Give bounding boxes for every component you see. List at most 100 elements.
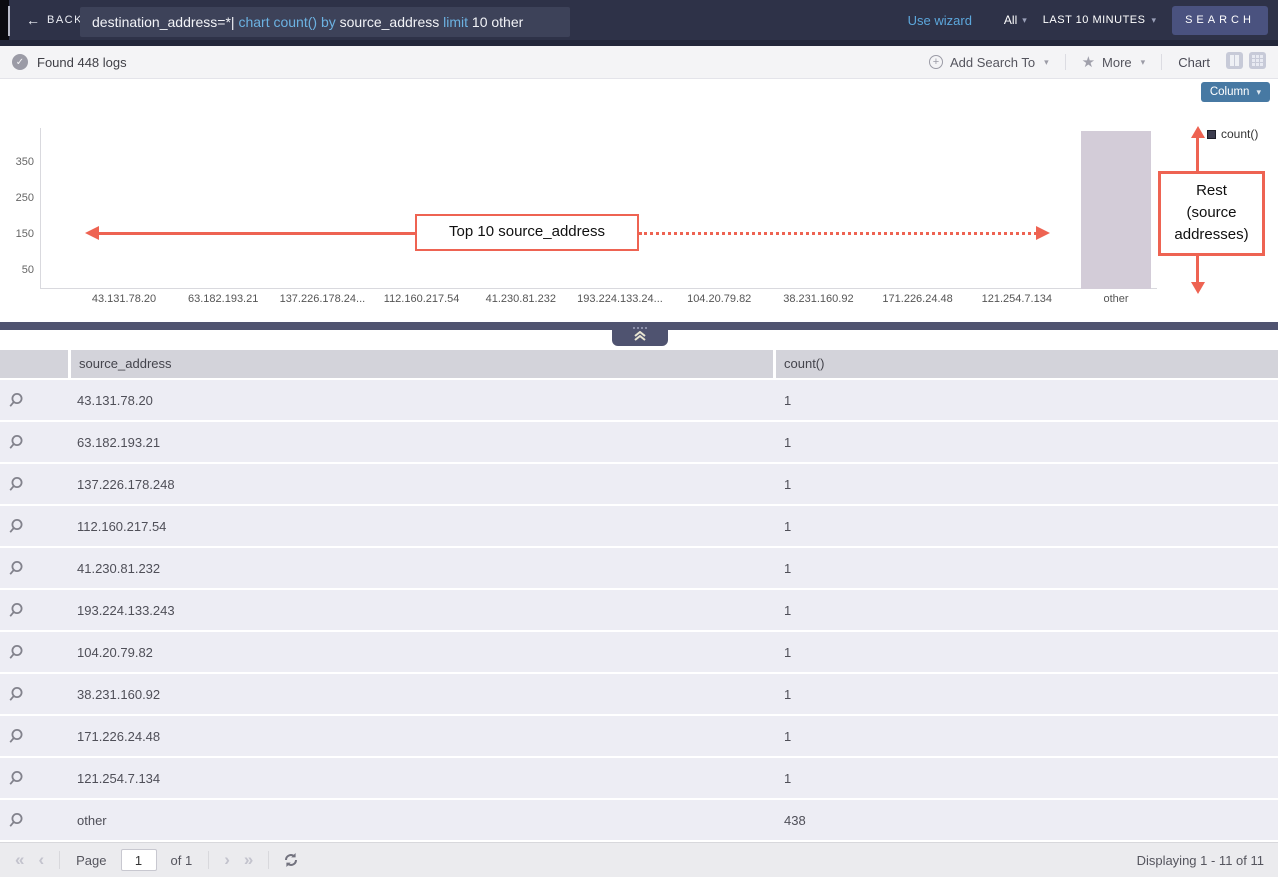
time-range-dropdown[interactable]: LAST 10 MINUTES bbox=[1043, 14, 1146, 26]
row-search-cell[interactable] bbox=[0, 560, 71, 576]
last-page-button[interactable]: » bbox=[237, 850, 260, 870]
magnifier-icon bbox=[8, 728, 24, 744]
more-menu[interactable]: ★ More ▾ bbox=[1082, 53, 1146, 71]
search-button[interactable]: SEARCH bbox=[1172, 6, 1268, 35]
x-axis-tick-label: 171.226.24.48 bbox=[882, 293, 952, 305]
x-axis-tick-label: 63.182.193.21 bbox=[188, 293, 258, 305]
x-axis-tick-label: 43.131.78.20 bbox=[92, 293, 156, 305]
row-search-cell[interactable] bbox=[0, 476, 71, 492]
magnifier-icon bbox=[8, 686, 24, 702]
topbar-right-group: Use wizard All ▾ LAST 10 MINUTES ▾ SEARC… bbox=[908, 0, 1268, 40]
more-label: More bbox=[1102, 55, 1132, 70]
table-row[interactable]: 43.131.78.20 1 bbox=[0, 380, 1278, 420]
y-axis-tick-label: 350 bbox=[6, 156, 34, 168]
annotation-arrow-line bbox=[98, 232, 415, 235]
table-row[interactable]: other 438 bbox=[0, 800, 1278, 840]
annotation-rest-box: Rest (source addresses) bbox=[1158, 171, 1265, 256]
first-page-button[interactable]: « bbox=[8, 850, 31, 870]
table-row[interactable]: 137.226.178.248 1 bbox=[0, 464, 1278, 504]
x-axis-tick-label: 112.160.217.54 bbox=[384, 293, 460, 305]
chevron-down-icon[interactable]: ▾ bbox=[1022, 15, 1027, 26]
magnifier-icon bbox=[8, 434, 24, 450]
scope-dropdown[interactable]: All bbox=[1004, 13, 1017, 27]
use-wizard-link[interactable]: Use wizard bbox=[908, 13, 972, 28]
pagination-controls: « ‹ Page of 1 › » bbox=[8, 849, 305, 871]
page-number-input[interactable] bbox=[121, 849, 157, 871]
status-bar: ✓ Found 448 logs + Add Search To ▾ ★ Mor… bbox=[0, 46, 1278, 79]
row-search-cell[interactable] bbox=[0, 644, 71, 660]
row-source-address: other bbox=[71, 813, 776, 828]
annotation-arrow-right-icon bbox=[1036, 226, 1050, 240]
table-row[interactable]: 112.160.217.54 1 bbox=[0, 506, 1278, 546]
table-row[interactable]: 63.182.193.21 1 bbox=[0, 422, 1278, 462]
divider bbox=[1065, 54, 1066, 70]
row-source-address: 41.230.81.232 bbox=[71, 561, 776, 576]
prev-page-button[interactable]: ‹ bbox=[31, 850, 51, 870]
row-search-cell[interactable] bbox=[0, 392, 71, 408]
chevron-down-icon: ▾ bbox=[1044, 57, 1049, 68]
row-search-cell[interactable] bbox=[0, 770, 71, 786]
annotation-arrow-dotted-line bbox=[639, 232, 1037, 235]
chevron-down-icon: ▾ bbox=[1256, 87, 1261, 98]
row-search-cell[interactable] bbox=[0, 728, 71, 744]
magnifier-icon bbox=[8, 770, 24, 786]
table-row[interactable]: 171.226.24.48 1 bbox=[0, 716, 1278, 756]
back-label: BACK bbox=[47, 14, 83, 26]
add-search-to-menu[interactable]: + Add Search To ▾ bbox=[929, 55, 1049, 70]
back-arrow-icon: ← bbox=[26, 12, 40, 28]
found-logs-status: ✓ Found 448 logs bbox=[12, 46, 127, 78]
row-count: 1 bbox=[776, 435, 1278, 450]
chart-legend: count() bbox=[1207, 127, 1258, 141]
page-of-label: of 1 bbox=[171, 853, 193, 868]
query-keyword: limit bbox=[443, 14, 468, 30]
x-axis bbox=[40, 288, 1157, 289]
row-source-address: 104.20.79.82 bbox=[71, 645, 776, 660]
back-button[interactable]: ← BACK bbox=[26, 0, 83, 40]
row-source-address: 112.160.217.54 bbox=[71, 519, 776, 534]
magnifier-icon bbox=[8, 518, 24, 534]
row-search-cell[interactable] bbox=[0, 686, 71, 702]
magnifier-icon bbox=[8, 392, 24, 408]
collapse-panel-handle[interactable] bbox=[612, 322, 668, 346]
table-row[interactable]: 193.224.133.243 1 bbox=[0, 590, 1278, 630]
row-count: 1 bbox=[776, 603, 1278, 618]
x-axis-tick-label: 193.224.133.24... bbox=[577, 293, 663, 305]
row-search-cell[interactable] bbox=[0, 812, 71, 828]
table-row[interactable]: 104.20.79.82 1 bbox=[0, 632, 1278, 672]
row-count: 1 bbox=[776, 687, 1278, 702]
row-count: 1 bbox=[776, 393, 1278, 408]
row-search-cell[interactable] bbox=[0, 602, 71, 618]
chart-type-dropdown[interactable]: Column ▾ bbox=[1201, 82, 1270, 102]
row-search-cell[interactable] bbox=[0, 518, 71, 534]
rest-line-1: Rest bbox=[1161, 180, 1262, 202]
chevron-down-icon[interactable]: ▾ bbox=[1151, 15, 1156, 26]
grid-view-icon[interactable] bbox=[1249, 52, 1266, 72]
table-row[interactable]: 121.254.7.134 1 bbox=[0, 758, 1278, 798]
split-view-icon[interactable] bbox=[1226, 52, 1243, 72]
row-search-cell[interactable] bbox=[0, 434, 71, 450]
legend-label: count() bbox=[1221, 127, 1258, 141]
legend-swatch bbox=[1207, 130, 1216, 139]
star-icon: ★ bbox=[1082, 53, 1095, 71]
magnifier-icon bbox=[8, 476, 24, 492]
annotation-arrow-up-shaft bbox=[1196, 137, 1199, 171]
annotation-top10-box: Top 10 source_address bbox=[415, 214, 639, 251]
header-source-address[interactable]: source_address bbox=[71, 350, 773, 378]
add-search-to-label: Add Search To bbox=[950, 55, 1035, 70]
table-row[interactable]: 38.231.160.92 1 bbox=[0, 674, 1278, 714]
pagination-bar: « ‹ Page of 1 › » Displaying 1 - 11 of 1… bbox=[0, 842, 1278, 877]
refresh-button[interactable] bbox=[277, 852, 305, 868]
row-source-address: 43.131.78.20 bbox=[71, 393, 776, 408]
row-source-address: 171.226.24.48 bbox=[71, 729, 776, 744]
query-text: source_address bbox=[336, 14, 443, 30]
table-row[interactable]: 41.230.81.232 1 bbox=[0, 548, 1278, 588]
x-axis-tick-label: 38.231.160.92 bbox=[783, 293, 853, 305]
table-header: source_address count() bbox=[0, 350, 1278, 378]
next-page-button[interactable]: › bbox=[217, 850, 237, 870]
page-label: Page bbox=[76, 853, 106, 868]
chart-bar[interactable] bbox=[1081, 131, 1151, 289]
x-axis-tick-label: 41.230.81.232 bbox=[486, 293, 556, 305]
divider bbox=[268, 851, 269, 869]
header-count[interactable]: count() bbox=[776, 350, 1278, 378]
search-query-input[interactable]: destination_address=*| chart count() by … bbox=[80, 7, 570, 37]
